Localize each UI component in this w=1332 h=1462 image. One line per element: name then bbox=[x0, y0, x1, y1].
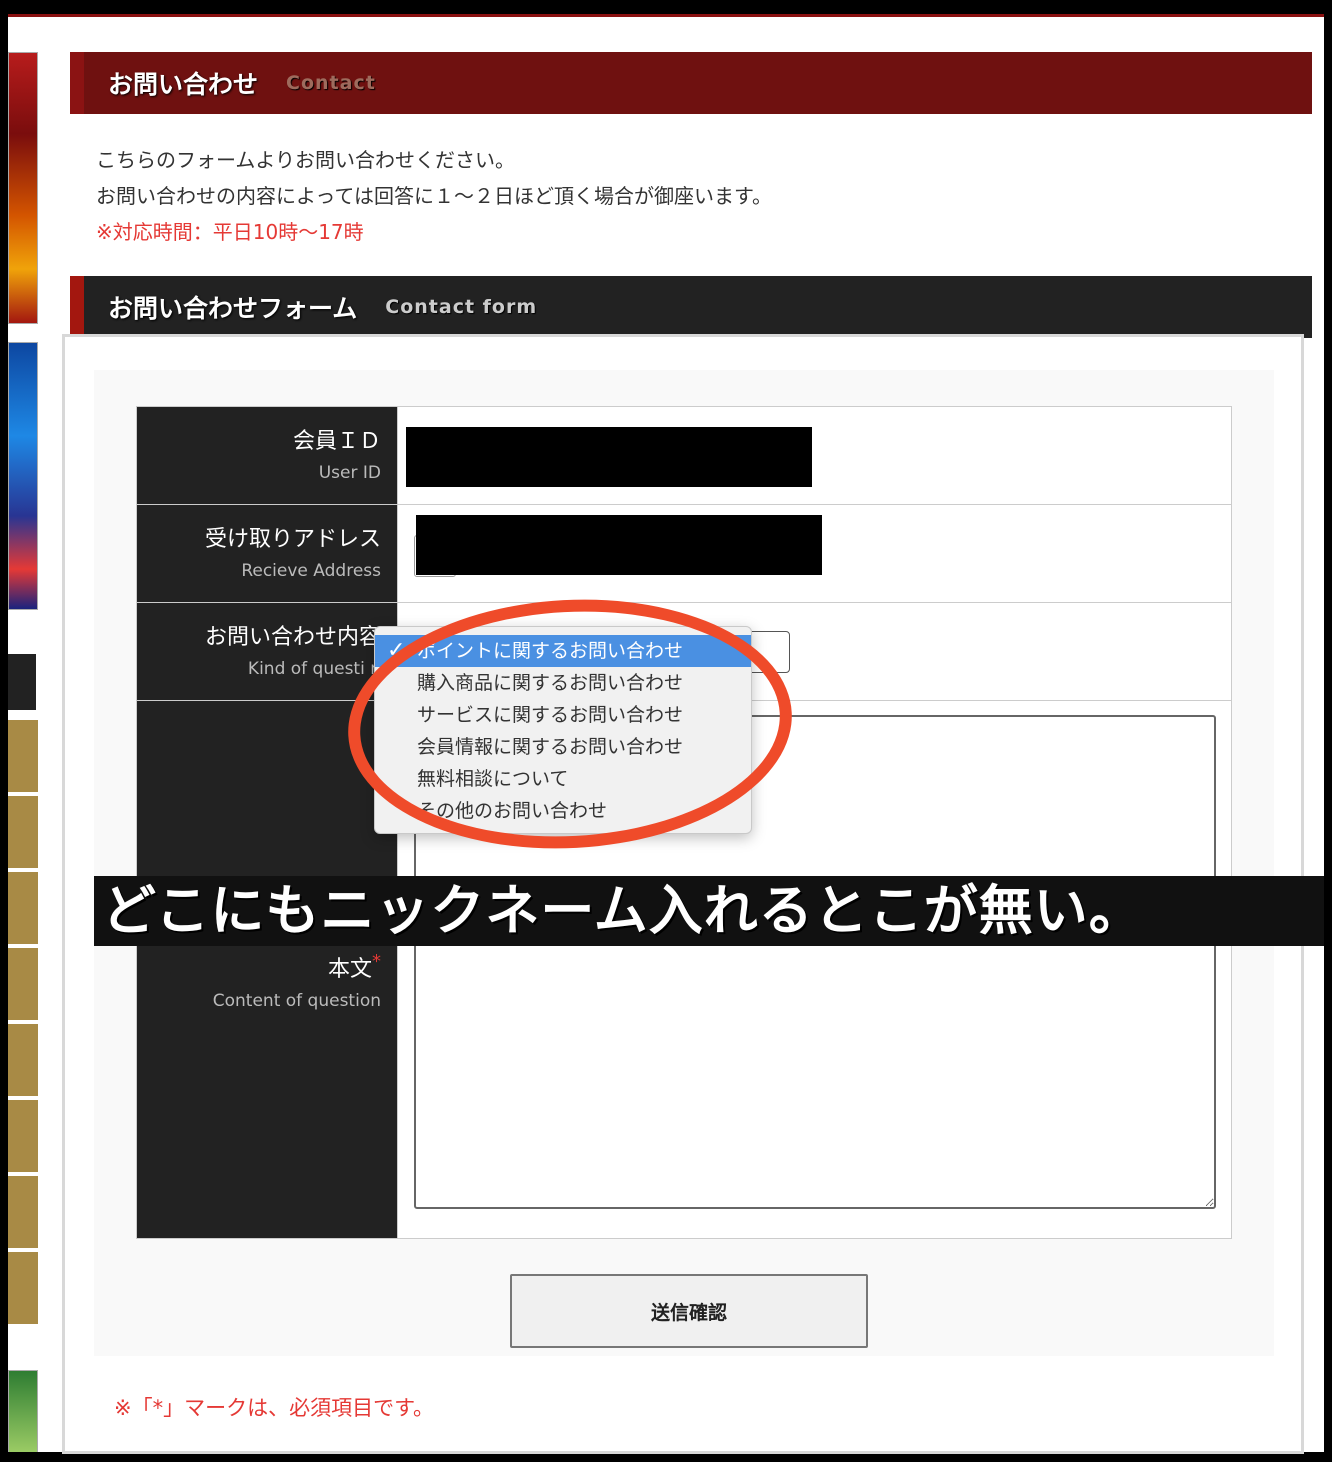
sidebar-menu-item[interactable] bbox=[8, 948, 38, 1020]
caption-overlay: どこにもニックネーム入れるとこが無い。 bbox=[94, 876, 1324, 946]
user-id-value-cell bbox=[397, 406, 1232, 505]
checkmark-icon: ✓ bbox=[387, 638, 406, 663]
dropdown-option[interactable]: ✓ ポイントに関するお問い合わせ bbox=[375, 635, 751, 667]
contact-form-heading: お問い合わせフォーム Contact form bbox=[70, 276, 1312, 338]
sidebar-banner[interactable] bbox=[8, 52, 38, 324]
intro-line-1: こちらのフォームよりお問い合わせください。 bbox=[96, 148, 515, 172]
dropdown-option[interactable]: 無料相談について bbox=[375, 763, 751, 795]
required-field-note: ※「*」マークは、必須項目です。 bbox=[114, 1396, 434, 1420]
intro-text: こちらのフォームよりお問い合わせください。 お問い合わせの内容によっては回答に１… bbox=[96, 142, 772, 250]
sidebar-menu-item[interactable] bbox=[8, 720, 38, 792]
sidebar-header bbox=[8, 654, 36, 710]
contact-form-heading-title: お問い合わせフォーム bbox=[108, 294, 358, 323]
form-row-user-id: 会員ＩＤ User ID bbox=[136, 406, 1232, 505]
sidebar-banner[interactable] bbox=[8, 1370, 38, 1452]
business-hours-note: ※対応時間：平日10時～17時 bbox=[96, 220, 364, 244]
dropdown-option[interactable]: サービスに関するお問い合わせ bbox=[375, 699, 751, 731]
sidebar-menu-item[interactable] bbox=[8, 1024, 38, 1096]
user-id-label: 会員ＩＤ bbox=[292, 429, 381, 454]
sidebar-menu-item[interactable] bbox=[8, 1100, 38, 1172]
address-value-cell bbox=[397, 504, 1232, 603]
dropdown-option-label: ポイントに関するお問い合わせ bbox=[417, 640, 684, 662]
address-label: 受け取りアドレス bbox=[204, 527, 381, 552]
sidebar-menu-item[interactable] bbox=[8, 1176, 38, 1248]
kind-label-cell: お問い合わせ内容 Kind of questi n bbox=[136, 602, 398, 701]
contact-heading-title: お問い合わせ bbox=[108, 70, 259, 99]
intro-line-2: お問い合わせの内容によっては回答に１～２日ほど頂く場合が御座います。 bbox=[96, 184, 772, 208]
body-label-group: 本文* Content of question bbox=[213, 935, 381, 1011]
contact-heading: お問い合わせ Contact bbox=[70, 52, 1312, 114]
kind-dropdown-menu: ✓ ポイントに関するお問い合わせ 購入商品に関するお問い合わせ サービスに関するお… bbox=[374, 626, 752, 834]
kind-label: お問い合わせ内容 bbox=[204, 625, 381, 650]
user-id-label-cell: 会員ＩＤ User ID bbox=[136, 406, 398, 505]
dropdown-option[interactable]: 購入商品に関するお問い合わせ bbox=[375, 667, 751, 699]
sidebar-banner[interactable] bbox=[8, 342, 38, 610]
address-label-cell: 受け取りアドレス Recieve Address bbox=[136, 504, 398, 603]
submit-confirm-button[interactable]: 送信確認 bbox=[510, 1274, 868, 1348]
dropdown-option[interactable]: 会員情報に関するお問い合わせ bbox=[375, 731, 751, 763]
sidebar-menu-item[interactable] bbox=[8, 872, 38, 944]
form-row-address: 受け取りアドレス Recieve Address bbox=[136, 504, 1232, 603]
redacted-user-id bbox=[406, 427, 812, 487]
required-mark: * bbox=[372, 951, 381, 972]
address-label-en: Recieve Address bbox=[241, 561, 381, 581]
sidebar-menu-item[interactable] bbox=[8, 1252, 38, 1324]
dropdown-option-label: 無料相談について bbox=[417, 768, 569, 790]
dropdown-option-label: 購入商品に関するお問い合わせ bbox=[417, 672, 684, 694]
dropdown-option[interactable]: その他のお問い合わせ bbox=[375, 795, 751, 827]
redacted-address bbox=[416, 515, 822, 575]
user-id-label-en: User ID bbox=[318, 463, 381, 483]
contact-form-heading-subtitle: Contact form bbox=[385, 296, 538, 318]
body-label-text: 本文 bbox=[327, 957, 372, 982]
contact-heading-subtitle: Contact bbox=[286, 72, 376, 94]
dropdown-option-label: 会員情報に関するお問い合わせ bbox=[417, 736, 684, 758]
dropdown-option-label: その他のお問い合わせ bbox=[417, 800, 608, 822]
kind-label-en: Kind of questi n bbox=[247, 659, 381, 679]
sidebar-menu-item[interactable] bbox=[8, 796, 38, 868]
body-label-en: Content of question bbox=[212, 991, 381, 1011]
dropdown-option-label: サービスに関するお問い合わせ bbox=[417, 704, 684, 726]
body-label-cell: 本文* Content of question bbox=[136, 700, 398, 1239]
body-label: 本文* bbox=[213, 951, 381, 983]
